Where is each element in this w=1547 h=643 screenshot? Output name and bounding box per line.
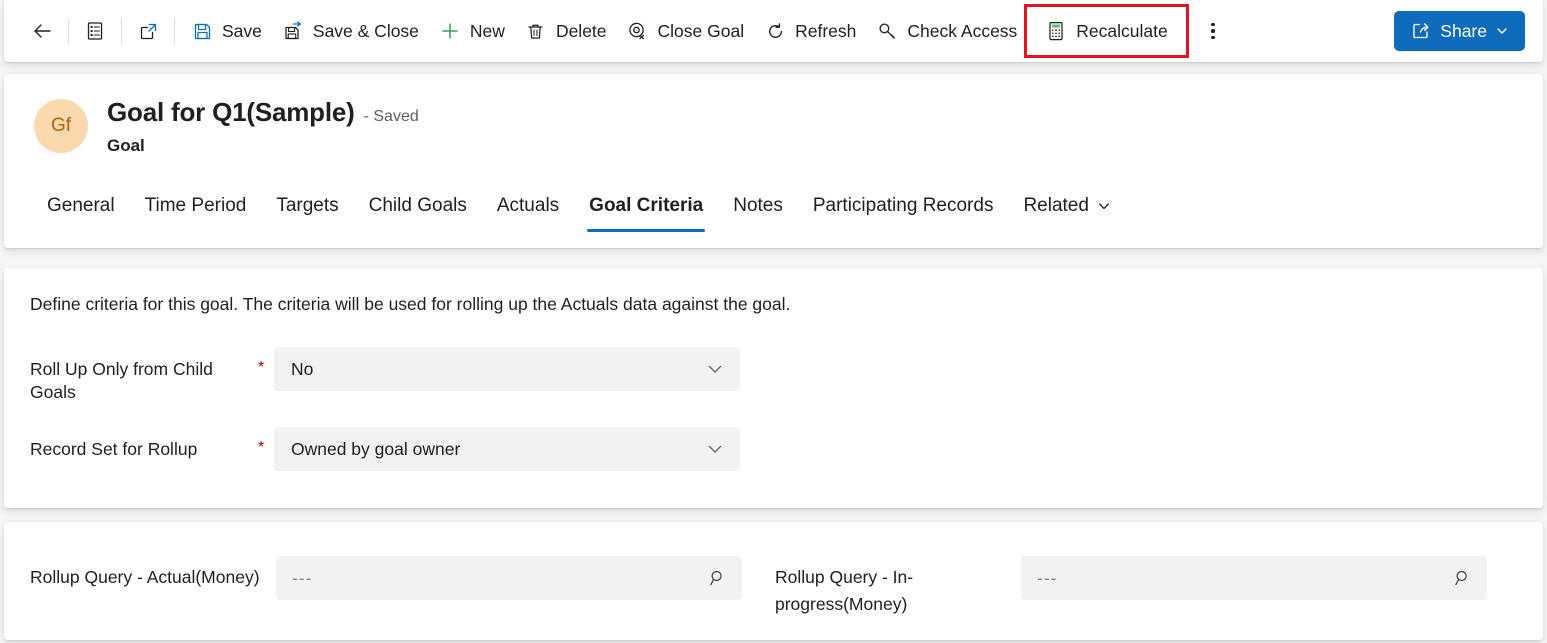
dropdown-value: Owned by goal owner — [291, 438, 461, 459]
avatar-initials: Gf — [50, 115, 72, 136]
toolbar-divider-3 — [174, 18, 175, 44]
form-icon — [84, 20, 106, 42]
title-block: Goal for Q1(Sample) - Saved Goal — [107, 97, 419, 156]
lookup-value: --- — [1037, 567, 1058, 588]
plus-icon — [439, 20, 461, 42]
back-button[interactable] — [22, 11, 62, 51]
field-label: Rollup Query - Actual(Money) — [30, 567, 260, 587]
close-goal-label: Close Goal — [657, 20, 745, 41]
save-status: - Saved — [363, 108, 419, 125]
toolbar-divider-2 — [121, 18, 122, 44]
tab-label: Notes — [733, 195, 783, 216]
tab-label: Actuals — [496, 195, 560, 216]
tab-targets[interactable]: Targets — [261, 180, 353, 232]
tab-label: Child Goals — [368, 195, 467, 216]
overflow-dot-icon — [1211, 22, 1215, 27]
tab-time-period[interactable]: Time Period — [130, 180, 262, 232]
field-label: Roll Up Only from Child Goals — [30, 359, 213, 402]
field-row-rollup-only-child-goals: Roll Up Only from Child Goals * No — [4, 347, 1543, 405]
tab-general[interactable]: General — [32, 180, 130, 232]
goal-criteria-section: Define criteria for this goal. The crite… — [4, 268, 1543, 508]
open-in-new-window-button[interactable] — [128, 11, 168, 51]
check-access-label: Check Access — [907, 20, 1018, 41]
more-commands-button[interactable] — [1196, 11, 1230, 51]
save-and-close-icon — [282, 20, 304, 42]
page-title: Goal for Q1(Sample) — [107, 97, 355, 127]
tab-child-goals[interactable]: Child Goals — [354, 180, 482, 232]
delete-label: Delete — [555, 20, 607, 41]
command-bar: Save Save & Close New Delete Close Goal … — [4, 0, 1543, 62]
form-selector-button[interactable] — [75, 11, 115, 51]
tab-goal-criteria[interactable]: Goal Criteria — [574, 180, 718, 232]
tab-label: Time Period — [144, 195, 247, 216]
search-icon[interactable] — [1453, 568, 1473, 588]
record-header-card: Gf Goal for Q1(Sample) - Saved Goal Gene… — [4, 74, 1543, 248]
tab-label: Related — [1023, 195, 1089, 216]
field-label: Rollup Query - In-progress(Money) — [775, 567, 914, 614]
record-set-for-rollup-dropdown[interactable]: Owned by goal owner — [274, 427, 740, 471]
lookup-value: --- — [292, 567, 313, 588]
refresh-label: Refresh — [795, 20, 857, 41]
required-indicator: * — [258, 359, 265, 376]
back-arrow-icon — [31, 20, 53, 42]
save-label: Save — [222, 20, 262, 41]
tab-notes[interactable]: Notes — [718, 180, 798, 232]
field-label: Record Set for Rollup — [30, 439, 198, 459]
new-button[interactable]: New — [429, 11, 515, 51]
close-goal-button[interactable]: Close Goal — [617, 11, 755, 51]
field-list: Roll Up Only from Child Goals * No Recor… — [4, 347, 1543, 485]
close-goal-icon — [627, 20, 649, 42]
recalculate-label: Recalculate — [1076, 20, 1168, 41]
toolbar-divider-1 — [68, 18, 69, 44]
tab-label: General — [47, 195, 115, 216]
save-and-close-button[interactable]: Save & Close — [272, 11, 429, 51]
share-button[interactable]: Share — [1394, 11, 1525, 51]
refresh-icon — [764, 20, 786, 42]
trash-icon — [525, 20, 547, 42]
rollup-query-actual-lookup[interactable]: --- — [276, 556, 742, 600]
dropdown-value: No — [291, 358, 314, 379]
chevron-down-icon — [1096, 198, 1112, 214]
required-indicator: * — [258, 439, 265, 456]
recalculate-button[interactable]: Recalculate — [1024, 4, 1189, 58]
tab-strip: General Time Period Targets Child Goals … — [4, 176, 1543, 232]
overflow-dot-icon — [1211, 35, 1215, 40]
rollup-query-section: Rollup Query - Actual(Money) --- Rollup … — [4, 522, 1543, 640]
section-description: Define criteria for this goal. The crite… — [30, 294, 791, 314]
tab-related[interactable]: Related — [1008, 180, 1127, 232]
share-icon — [1410, 20, 1432, 42]
delete-button[interactable]: Delete — [515, 11, 617, 51]
rollup-query-grid: Rollup Query - Actual(Money) --- Rollup … — [4, 556, 1543, 618]
share-label: Share — [1440, 20, 1487, 41]
chevron-down-icon — [705, 359, 725, 379]
title-row: Goal for Q1(Sample) - Saved — [107, 97, 419, 128]
tab-label: Targets — [276, 195, 339, 216]
calculator-icon — [1045, 20, 1067, 42]
record-header: Gf Goal for Q1(Sample) - Saved Goal — [4, 74, 1543, 156]
save-button[interactable]: Save — [181, 11, 272, 51]
tab-actuals[interactable]: Actuals — [482, 180, 574, 232]
new-label: New — [469, 20, 505, 41]
check-access-button[interactable]: Check Access — [866, 11, 1027, 51]
save-icon — [191, 20, 213, 42]
search-icon[interactable] — [708, 568, 728, 588]
entity-name: Goal — [107, 136, 145, 155]
chevron-down-icon — [705, 439, 725, 459]
key-icon — [876, 20, 898, 42]
app-root: Save Save & Close New Delete Close Goal … — [0, 0, 1547, 643]
save-and-close-label: Save & Close — [312, 20, 419, 41]
tab-label: Goal Criteria — [589, 195, 704, 216]
avatar: Gf — [34, 99, 88, 153]
field-row-record-set-for-rollup: Record Set for Rollup * Owned by goal ow… — [4, 427, 1543, 485]
overflow-dot-icon — [1211, 29, 1215, 33]
field-row-rollup-query-inprogress: Rollup Query - In-progress(Money) --- — [775, 556, 1520, 618]
tab-participating-records[interactable]: Participating Records — [798, 180, 1009, 232]
field-row-rollup-query-actual: Rollup Query - Actual(Money) --- — [30, 556, 775, 618]
rollup-query-inprogress-lookup[interactable]: --- — [1021, 556, 1487, 600]
refresh-button[interactable]: Refresh — [754, 11, 866, 51]
rollup-only-child-goals-dropdown[interactable]: No — [274, 347, 740, 391]
open-in-new-window-icon — [137, 20, 159, 42]
tab-label: Participating Records — [812, 195, 994, 216]
chevron-down-icon — [1495, 20, 1509, 42]
